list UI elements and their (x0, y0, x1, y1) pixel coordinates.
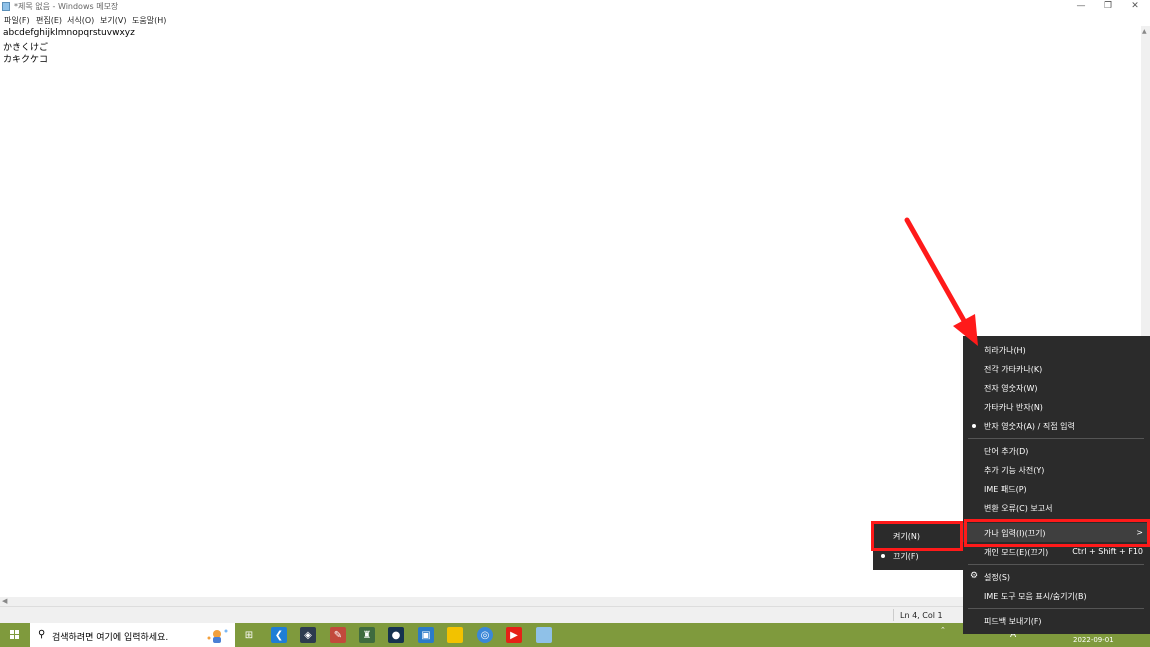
annotation-arrow-icon (904, 217, 978, 346)
